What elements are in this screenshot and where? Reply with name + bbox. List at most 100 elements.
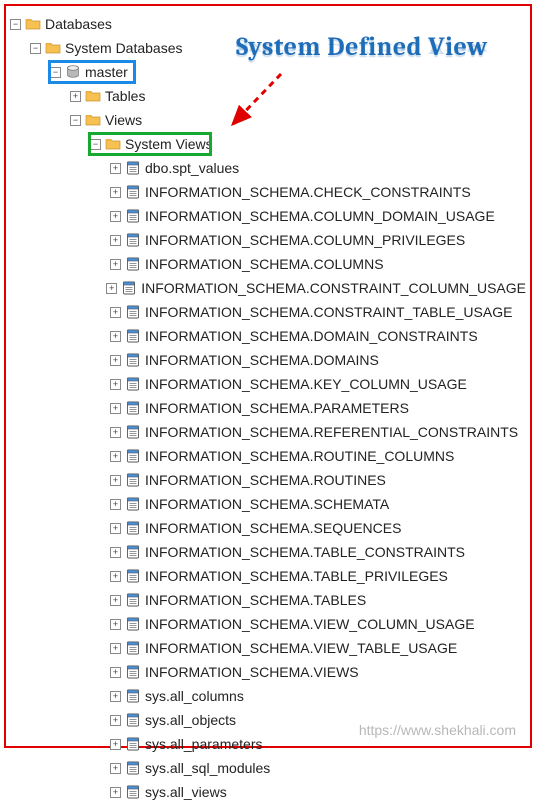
tree-node-view-item[interactable]: + INFORMATION_SCHEMA.COLUMN_PRIVILEGES xyxy=(10,228,526,252)
tree-node-view-item[interactable]: + INFORMATION_SCHEMA.CONSTRAINT_COLUMN_U… xyxy=(10,276,526,300)
expand-toggle[interactable]: + xyxy=(110,307,121,318)
tree-node-tables[interactable]: + Tables xyxy=(10,84,526,108)
folder-icon xyxy=(85,112,101,128)
database-icon xyxy=(65,64,81,80)
tree-label: INFORMATION_SCHEMA.VIEW_COLUMN_USAGE xyxy=(145,612,475,636)
tree-label: sys.all_views xyxy=(145,780,227,804)
tree-label: dbo.spt_values xyxy=(145,156,239,180)
tree-label: INFORMATION_SCHEMA.REFERENTIAL_CONSTRAIN… xyxy=(145,420,518,444)
view-icon xyxy=(121,280,137,296)
tree-label: sys.all_sql_modules xyxy=(145,756,270,780)
expand-toggle[interactable]: + xyxy=(110,211,121,222)
view-icon xyxy=(125,712,141,728)
expand-toggle[interactable]: + xyxy=(110,715,121,726)
expand-toggle[interactable]: + xyxy=(110,499,121,510)
tree-node-view-item[interactable]: + INFORMATION_SCHEMA.PARAMETERS xyxy=(10,396,526,420)
expand-toggle[interactable]: + xyxy=(110,619,121,630)
tree-node-view-item[interactable]: + INFORMATION_SCHEMA.DOMAINS xyxy=(10,348,526,372)
tree-label: INFORMATION_SCHEMA.SEQUENCES xyxy=(145,516,401,540)
view-icon xyxy=(125,352,141,368)
expand-toggle[interactable]: + xyxy=(110,643,121,654)
expand-toggle[interactable]: + xyxy=(110,331,121,342)
tree-label: System Databases xyxy=(65,36,183,60)
tree-label: sys.all_columns xyxy=(145,684,244,708)
tree-node-views[interactable]: − Views xyxy=(10,108,526,132)
tree-label: INFORMATION_SCHEMA.KEY_COLUMN_USAGE xyxy=(145,372,467,396)
tree-label: INFORMATION_SCHEMA.COLUMNS xyxy=(145,252,384,276)
annotation-title: System Defined View xyxy=(236,32,488,62)
expand-toggle[interactable]: + xyxy=(110,235,121,246)
view-icon xyxy=(125,568,141,584)
expand-toggle[interactable]: + xyxy=(110,259,121,270)
view-icon xyxy=(125,736,141,752)
tree-node-view-item[interactable]: + INFORMATION_SCHEMA.SEQUENCES xyxy=(10,516,526,540)
expand-toggle[interactable]: + xyxy=(110,523,121,534)
expand-toggle[interactable]: + xyxy=(110,691,121,702)
tree-label: INFORMATION_SCHEMA.VIEW_TABLE_USAGE xyxy=(145,636,457,660)
expand-toggle[interactable]: + xyxy=(110,763,121,774)
tree-node-view-item[interactable]: + INFORMATION_SCHEMA.COLUMNS xyxy=(10,252,526,276)
expand-toggle[interactable]: + xyxy=(110,187,121,198)
tree-label: INFORMATION_SCHEMA.SCHEMATA xyxy=(145,492,389,516)
expand-toggle[interactable]: + xyxy=(110,427,121,438)
expand-toggle[interactable]: + xyxy=(110,787,121,798)
expand-toggle[interactable]: + xyxy=(110,451,121,462)
expand-toggle[interactable]: − xyxy=(10,19,21,30)
tree-node-view-item[interactable]: + INFORMATION_SCHEMA.DOMAIN_CONSTRAINTS xyxy=(10,324,526,348)
view-icon xyxy=(125,328,141,344)
tree-node-view-item[interactable]: + INFORMATION_SCHEMA.TABLE_PRIVILEGES xyxy=(10,564,526,588)
tree-node-view-item[interactable]: + INFORMATION_SCHEMA.KEY_COLUMN_USAGE xyxy=(10,372,526,396)
tree-node-view-item[interactable]: + INFORMATION_SCHEMA.SCHEMATA xyxy=(10,492,526,516)
tree-node-system-views[interactable]: − System Views xyxy=(10,132,526,156)
tree-node-view-item[interactable]: + sys.all_columns xyxy=(10,684,526,708)
tree-node-view-item[interactable]: + sys.all_sql_modules xyxy=(10,756,526,780)
tree-label: INFORMATION_SCHEMA.CONSTRAINT_TABLE_USAG… xyxy=(145,300,512,324)
expand-toggle[interactable]: + xyxy=(110,403,121,414)
expand-toggle[interactable]: + xyxy=(110,163,121,174)
tree-node-view-item[interactable]: + INFORMATION_SCHEMA.TABLE_CONSTRAINTS xyxy=(10,540,526,564)
tree-node-view-item[interactable]: + dbo.spt_values xyxy=(10,156,526,180)
folder-icon xyxy=(45,40,61,56)
expand-toggle[interactable]: + xyxy=(106,283,117,294)
view-icon xyxy=(125,184,141,200)
expand-toggle[interactable]: + xyxy=(110,379,121,390)
expand-toggle[interactable]: + xyxy=(70,91,81,102)
view-icon xyxy=(125,520,141,536)
tree-node-view-item[interactable]: + INFORMATION_SCHEMA.CHECK_CONSTRAINTS xyxy=(10,180,526,204)
tree-node-view-item[interactable]: + INFORMATION_SCHEMA.REFERENTIAL_CONSTRA… xyxy=(10,420,526,444)
tree-node-view-item[interactable]: + INFORMATION_SCHEMA.ROUTINE_COLUMNS xyxy=(10,444,526,468)
view-icon xyxy=(125,544,141,560)
tree-node-view-item[interactable]: + INFORMATION_SCHEMA.COLUMN_DOMAIN_USAGE xyxy=(10,204,526,228)
tree-label: Tables xyxy=(105,84,145,108)
expand-toggle[interactable]: + xyxy=(110,739,121,750)
tree-node-view-item[interactable]: + INFORMATION_SCHEMA.ROUTINES xyxy=(10,468,526,492)
tree-label: INFORMATION_SCHEMA.ROUTINE_COLUMNS xyxy=(145,444,454,468)
tree-node-view-item[interactable]: + INFORMATION_SCHEMA.VIEWS xyxy=(10,660,526,684)
tree-label: master xyxy=(85,60,128,84)
expand-toggle[interactable]: − xyxy=(50,67,61,78)
view-icon xyxy=(125,160,141,176)
tree-node-master[interactable]: − master xyxy=(10,60,526,84)
expand-toggle[interactable]: − xyxy=(90,139,101,150)
expand-toggle[interactable]: + xyxy=(110,355,121,366)
tree-node-view-item[interactable]: + INFORMATION_SCHEMA.CONSTRAINT_TABLE_US… xyxy=(10,300,526,324)
tree-label: sys.all_objects xyxy=(145,708,236,732)
view-icon xyxy=(125,232,141,248)
expand-toggle[interactable]: + xyxy=(110,595,121,606)
view-icon xyxy=(125,208,141,224)
tree-label: INFORMATION_SCHEMA.DOMAIN_CONSTRAINTS xyxy=(145,324,478,348)
expand-toggle[interactable]: + xyxy=(110,667,121,678)
tree-node-view-item[interactable]: + INFORMATION_SCHEMA.VIEW_COLUMN_USAGE xyxy=(10,612,526,636)
view-icon xyxy=(125,592,141,608)
tree-node-view-item[interactable]: + INFORMATION_SCHEMA.VIEW_TABLE_USAGE xyxy=(10,636,526,660)
expand-toggle[interactable]: − xyxy=(30,43,41,54)
tree-label: Views xyxy=(105,108,142,132)
expand-toggle[interactable]: + xyxy=(110,571,121,582)
tree-node-view-item[interactable]: + sys.all_views xyxy=(10,780,526,804)
tree-node-view-item[interactable]: + INFORMATION_SCHEMA.TABLES xyxy=(10,588,526,612)
watermark-text: https://www.shekhali.com xyxy=(359,722,516,738)
expand-toggle[interactable]: + xyxy=(110,475,121,486)
tree-label: INFORMATION_SCHEMA.TABLE_PRIVILEGES xyxy=(145,564,448,588)
expand-toggle[interactable]: + xyxy=(110,547,121,558)
expand-toggle[interactable]: − xyxy=(70,115,81,126)
